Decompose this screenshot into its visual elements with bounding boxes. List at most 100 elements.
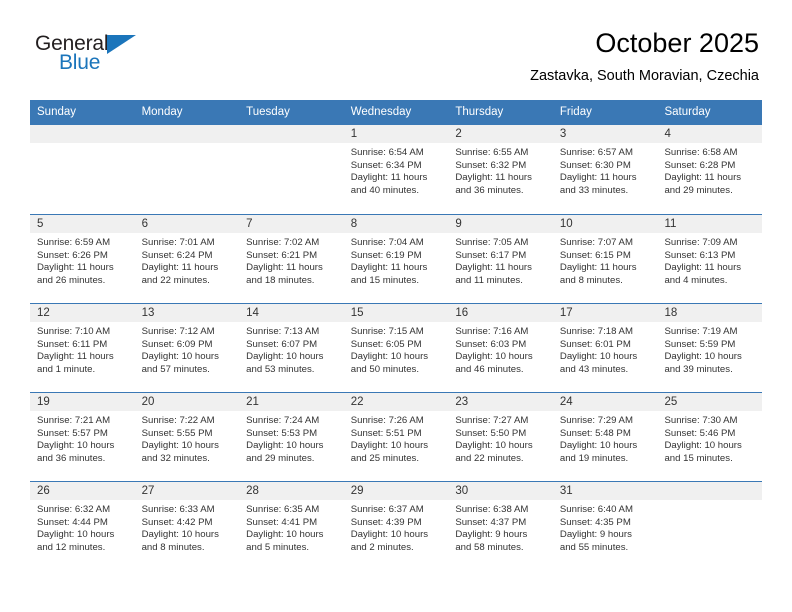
day-detail-line: Sunset: 6:03 PM [455, 338, 527, 350]
brand-logo[interactable]: General Blue [35, 32, 155, 82]
calendar-day-7[interactable]: 7 Sunrise: 7:02 AM Sunset: 6:21 PM Daylight… [239, 215, 344, 303]
day-detail-line: and 15 minutes. [664, 452, 733, 464]
calendar-day-23[interactable]: 23 Sunrise: 7:27 AM Sunset: 5:50 PM Dayligh… [448, 393, 553, 481]
calendar-day-3[interactable]: 3 Sunrise: 6:57 AM Sunset: 6:30 PM Daylight… [552, 125, 658, 214]
calendar-day-17[interactable]: 17 Sunrise: 7:18 AM Sunset: 6:01 PM Dayligh… [552, 304, 658, 392]
calendar-day-13[interactable]: 13 Sunrise: 7:12 AM Sunset: 6:09 PM Dayligh… [134, 304, 240, 392]
day-detail-line: Sunrise: 6:59 AM [37, 237, 111, 248]
day-details: Sunrise: 7:05 AM Sunset: 6:17 PM Daylight:… [448, 233, 553, 287]
day-detail-line: Sunset: 6:24 PM [141, 249, 213, 261]
calendar-day-31[interactable]: 31 Sunrise: 6:40 AM Sunset: 4:35 PM Dayligh… [552, 482, 658, 570]
day-detail-line: Sunrise: 7:09 AM [664, 237, 738, 248]
calendar-day-4[interactable]: 4 Sunrise: 6:58 AM Sunset: 6:28 PM Daylight… [657, 125, 763, 214]
day-detail-line: Sunset: 4:41 PM [246, 516, 318, 528]
day-details: Sunrise: 7:04 AM Sunset: 6:19 PM Daylight:… [344, 233, 449, 287]
day-detail-line: Sunset: 4:37 PM [455, 516, 527, 528]
day-detail-line: and 36 minutes. [37, 452, 106, 464]
day-number: 14 [239, 304, 344, 322]
day-number: 30 [448, 482, 553, 500]
day-number: 29 [343, 482, 449, 500]
day-number: 12 [30, 304, 135, 322]
day-details: Sunrise: 7:02 AM Sunset: 6:21 PM Daylight:… [239, 233, 344, 287]
day-detail-line: and 57 minutes. [141, 363, 210, 375]
day-details: Sunrise: 7:22 AM Sunset: 5:55 PM Daylight:… [135, 411, 240, 465]
day-detail-line: Daylight: 10 hours [455, 440, 533, 452]
calendar-day-19[interactable]: 19 Sunrise: 7:21 AM Sunset: 5:57 PM Dayligh… [30, 393, 135, 481]
day-detail-line: Sunrise: 6:33 AM [141, 504, 215, 515]
calendar-day-10[interactable]: 10 Sunrise: 7:07 AM Sunset: 6:15 PM Dayligh… [552, 215, 658, 303]
calendar-day-5[interactable]: 5 Sunrise: 6:59 AM Sunset: 6:26 PM Daylight… [30, 215, 135, 303]
calendar-day-27[interactable]: 27 Sunrise: 6:33 AM Sunset: 4:42 PM Dayligh… [134, 482, 240, 570]
day-detail-line: Sunset: 5:46 PM [664, 427, 736, 439]
day-details: Sunrise: 7:21 AM Sunset: 5:57 PM Daylight:… [30, 411, 135, 465]
day-detail-line: Daylight: 11 hours [559, 172, 637, 184]
triangle-icon [107, 35, 136, 54]
page-title: October 2025 [595, 28, 759, 58]
calendar-day-11[interactable]: 11 Sunrise: 7:09 AM Sunset: 6:13 PM Dayligh… [657, 215, 763, 303]
calendar-day-empty [134, 125, 240, 214]
calendar-day-empty [239, 125, 344, 214]
day-detail-line: Sunset: 4:42 PM [141, 516, 213, 528]
calendar-day-29[interactable]: 29 Sunrise: 6:37 AM Sunset: 4:39 PM Dayligh… [343, 482, 449, 570]
day-details: Sunrise: 6:32 AM Sunset: 4:44 PM Daylight:… [30, 500, 135, 554]
day-detail-line: Daylight: 11 hours [664, 262, 742, 274]
day-details: Sunrise: 7:09 AM Sunset: 6:13 PM Daylight:… [657, 233, 762, 287]
calendar-day-8[interactable]: 8 Sunrise: 7:04 AM Sunset: 6:19 PM Daylight… [343, 215, 449, 303]
day-details: Sunrise: 6:55 AM Sunset: 6:32 PM Daylight:… [448, 143, 553, 197]
page-header: General Blue October 2025 Zastavka, Sout… [30, 0, 762, 100]
day-number [657, 482, 763, 500]
day-detail-line: Daylight: 10 hours [559, 440, 638, 452]
calendar-day-14[interactable]: 14 Sunrise: 7:13 AM Sunset: 6:07 PM Dayligh… [239, 304, 344, 392]
calendar-day-6[interactable]: 6 Sunrise: 7:01 AM Sunset: 6:24 PM Daylight… [134, 215, 240, 303]
day-detail-line: Sunrise: 7:18 AM [559, 326, 633, 337]
day-detail-line: Daylight: 10 hours [246, 529, 324, 541]
day-number: 16 [448, 304, 553, 322]
calendar-day-9[interactable]: 9 Sunrise: 7:05 AM Sunset: 6:17 PM Daylight… [448, 215, 553, 303]
calendar-day-18[interactable]: 18 Sunrise: 7:19 AM Sunset: 5:59 PM Dayligh… [657, 304, 763, 392]
calendar-day-28[interactable]: 28 Sunrise: 6:35 AM Sunset: 4:41 PM Dayligh… [239, 482, 344, 570]
calendar-day-22[interactable]: 22 Sunrise: 7:26 AM Sunset: 5:51 PM Dayligh… [343, 393, 449, 481]
calendar-day-15[interactable]: 15 Sunrise: 7:15 AM Sunset: 6:05 PM Dayligh… [343, 304, 449, 392]
day-details: Sunrise: 7:19 AM Sunset: 5:59 PM Daylight:… [657, 322, 762, 376]
day-number: 25 [657, 393, 763, 411]
day-detail-line: Daylight: 10 hours [246, 351, 324, 363]
day-detail-line: Sunset: 5:48 PM [559, 427, 631, 439]
calendar-day-30[interactable]: 30 Sunrise: 6:38 AM Sunset: 4:37 PM Dayligh… [448, 482, 553, 570]
day-number: 20 [134, 393, 240, 411]
day-number: 18 [657, 304, 763, 322]
day-detail-line: Sunrise: 7:01 AM [141, 237, 215, 248]
calendar-day-24[interactable]: 24 Sunrise: 7:29 AM Sunset: 5:48 PM Dayligh… [552, 393, 658, 481]
day-detail-line: Daylight: 10 hours [350, 440, 429, 452]
weekday-header-monday: Monday [141, 106, 183, 118]
weekday-header-tuesday: Tuesday [246, 106, 290, 118]
day-detail-line: Sunrise: 6:58 AM [664, 147, 738, 158]
day-detail-line: Sunrise: 7:07 AM [559, 237, 633, 248]
calendar-day-1[interactable]: 1 Sunrise: 6:54 AM Sunset: 6:34 PM Daylight… [343, 125, 449, 214]
day-number [239, 125, 344, 143]
day-number: 4 [657, 125, 763, 143]
calendar-day-26[interactable]: 26 Sunrise: 6:32 AM Sunset: 4:44 PM Dayligh… [30, 482, 135, 570]
day-details: Sunrise: 7:10 AM Sunset: 6:11 PM Daylight:… [30, 322, 135, 376]
calendar-day-2[interactable]: 2 Sunrise: 6:55 AM Sunset: 6:32 PM Daylight… [448, 125, 553, 214]
day-details: Sunrise: 6:58 AM Sunset: 6:28 PM Daylight:… [657, 143, 762, 197]
day-number: 28 [239, 482, 344, 500]
calendar-day-25[interactable]: 25 Sunrise: 7:30 AM Sunset: 5:46 PM Dayligh… [657, 393, 763, 481]
day-details: Sunrise: 6:57 AM Sunset: 6:30 PM Daylight:… [553, 143, 658, 197]
calendar-day-20[interactable]: 20 Sunrise: 7:22 AM Sunset: 5:55 PM Dayligh… [134, 393, 240, 481]
day-details: Sunrise: 7:30 AM Sunset: 5:46 PM Daylight:… [657, 411, 762, 465]
day-detail-line: and 22 minutes. [141, 274, 210, 286]
day-detail-line: and 39 minutes. [664, 363, 733, 375]
day-detail-line: Sunset: 6:32 PM [455, 159, 527, 171]
calendar-day-21[interactable]: 21 Sunrise: 7:24 AM Sunset: 5:53 PM Dayligh… [239, 393, 344, 481]
day-number: 2 [448, 125, 553, 143]
day-detail-line: Daylight: 10 hours [350, 351, 429, 363]
calendar-day-12[interactable]: 12 Sunrise: 7:10 AM Sunset: 6:11 PM Dayligh… [30, 304, 135, 392]
day-detail-line: Sunrise: 6:57 AM [559, 147, 633, 158]
day-detail-line: Daylight: 10 hours [246, 440, 324, 452]
day-number: 6 [134, 215, 240, 233]
day-detail-line: Sunset: 6:34 PM [350, 159, 422, 171]
day-detail-line: Sunset: 4:44 PM [37, 516, 108, 528]
calendar-day-16[interactable]: 16 Sunrise: 7:16 AM Sunset: 6:03 PM Dayligh… [448, 304, 553, 392]
day-detail-line: and 12 minutes. [37, 541, 106, 553]
title-block: October 2025 Zastavka, South Moravian, C… [530, 28, 759, 85]
